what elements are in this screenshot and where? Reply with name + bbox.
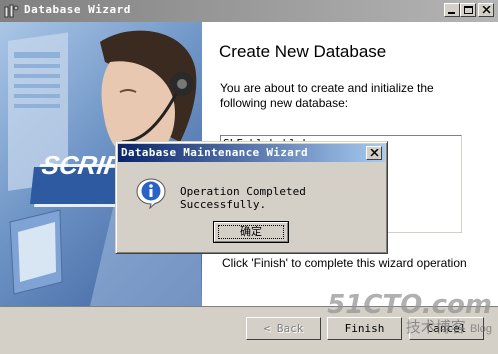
watermark: 51CTO.com 技术博客 Blog <box>327 290 492 337</box>
ok-button[interactable]: 确定 <box>213 221 289 243</box>
finish-instruction: Click 'Finish' to complete this wizard o… <box>222 256 467 270</box>
intro-text: You are about to create and initialize t… <box>220 81 434 110</box>
dialog-message: Operation Completed Successfully. <box>180 185 306 211</box>
minimize-icon <box>448 12 455 14</box>
maximize-icon <box>464 6 473 14</box>
close-icon <box>482 6 491 14</box>
wizard-app-icon <box>4 4 19 18</box>
dialog-close-button[interactable] <box>366 146 382 160</box>
banner-text: SCRIP <box>39 150 124 180</box>
back-button[interactable]: < Back <box>246 317 321 340</box>
watermark-tag-text: 技术博客 <box>405 319 466 336</box>
close-icon <box>370 149 379 157</box>
info-icon <box>136 178 166 209</box>
title-bar[interactable]: Database Wizard <box>0 0 498 22</box>
watermark-suffix: Blog <box>469 323 492 335</box>
ok-button-label: 确定 <box>240 226 262 238</box>
message-dialog: Database Maintenance Wizard Operation Co… <box>115 141 388 254</box>
window-title: Database Wizard <box>24 3 131 16</box>
minimize-button[interactable] <box>444 3 460 17</box>
dialog-title-bar[interactable]: Database Maintenance Wizard <box>118 144 385 162</box>
dialog-title: Database Maintenance Wizard <box>121 146 308 159</box>
close-button[interactable] <box>478 3 494 17</box>
wizard-window: Database Wizard SCRIP Create New Databas… <box>0 0 498 354</box>
maximize-button[interactable] <box>460 3 476 17</box>
page-title: Create New Database <box>219 42 387 61</box>
